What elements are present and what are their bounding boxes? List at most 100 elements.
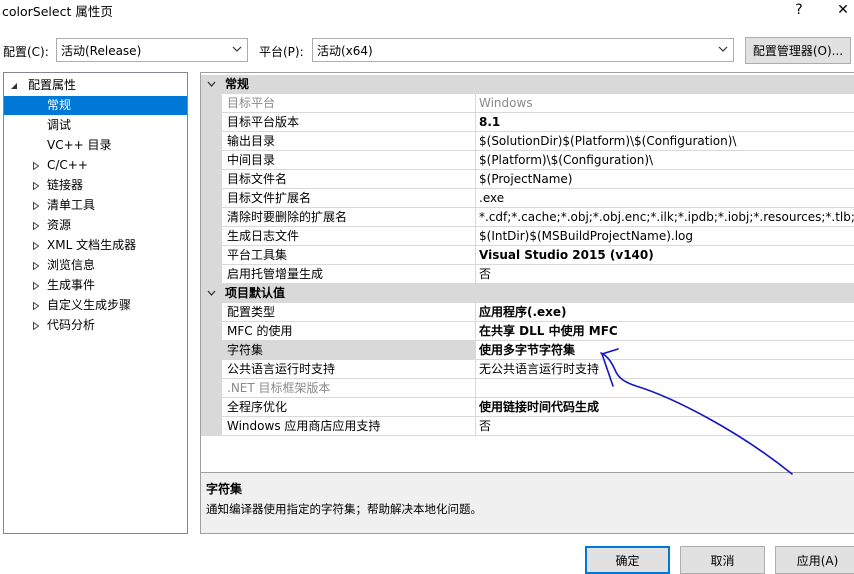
property-row[interactable]: 目标平台 Windows xyxy=(201,94,854,113)
collapsed-triangle-icon[interactable] xyxy=(33,302,39,310)
tree-item-label: 资源 xyxy=(47,218,72,232)
category-label: 常规 xyxy=(225,77,250,91)
tree-item[interactable]: 代码分析 xyxy=(4,316,187,335)
collapsed-triangle-icon[interactable] xyxy=(33,282,39,290)
chevron-down-icon xyxy=(232,46,242,52)
row-gutter xyxy=(201,189,222,208)
property-name: 配置类型 xyxy=(222,303,476,322)
apply-button[interactable]: 应用(A) xyxy=(775,546,854,574)
property-value[interactable]: 在共享 DLL 中使用 MFC xyxy=(476,322,854,341)
row-gutter xyxy=(201,398,222,417)
property-name: 目标平台 xyxy=(222,94,476,113)
property-row[interactable]: 目标平台版本 8.1 xyxy=(201,113,854,132)
tree-item-label: XML 文档生成器 xyxy=(47,238,137,252)
property-value[interactable]: 否 xyxy=(476,417,854,436)
collapsed-triangle-icon[interactable] xyxy=(33,182,39,190)
tree-item-label: 浏览信息 xyxy=(47,258,96,272)
property-value[interactable] xyxy=(476,379,854,398)
tree-item[interactable]: VC++ 目录 xyxy=(4,136,187,155)
property-row[interactable]: 清除时要删除的扩展名 *.cdf;*.cache;*.obj;*.obj.enc;… xyxy=(201,208,854,227)
property-row[interactable]: 配置类型 应用程序(.exe) xyxy=(201,303,854,322)
property-row[interactable]: MFC 的使用 在共享 DLL 中使用 MFC xyxy=(201,322,854,341)
row-gutter xyxy=(201,417,222,436)
category-header[interactable]: 常规 xyxy=(201,75,854,94)
property-name: 公共语言运行时支持 xyxy=(222,360,476,379)
ok-button[interactable]: 确定 xyxy=(585,546,670,574)
tree-item[interactable]: 清单工具 xyxy=(4,196,187,215)
collapsed-triangle-icon[interactable] xyxy=(33,222,39,230)
chevron-down-icon[interactable] xyxy=(207,81,216,88)
cancel-button[interactable]: 取消 xyxy=(680,546,765,574)
property-row[interactable]: 目标文件扩展名 .exe xyxy=(201,189,854,208)
collapsed-triangle-icon[interactable] xyxy=(33,322,39,330)
property-row[interactable]: Windows 应用商店应用支持否 xyxy=(201,417,854,436)
property-tree[interactable]: 配置属性 常规 调试 VC++ 目录 C/C++ 链接器 清单工具资源 XML 文档生成器 浏览… xyxy=(3,72,188,534)
row-gutter xyxy=(201,303,222,322)
tree-item[interactable]: 浏览信息 xyxy=(4,256,187,275)
row-gutter xyxy=(201,227,222,246)
row-gutter xyxy=(201,360,222,379)
config-manager-button[interactable]: 配置管理器(O)... xyxy=(745,37,851,64)
property-name: 目标文件名 xyxy=(222,170,476,189)
property-row[interactable]: .NET 目标框架版本 xyxy=(201,379,854,398)
property-value[interactable]: 应用程序(.exe) xyxy=(476,303,854,322)
property-row[interactable]: 全程序优化 使用链接时间代码生成 xyxy=(201,398,854,417)
category-header[interactable]: 项目默认值 xyxy=(201,284,854,303)
row-gutter xyxy=(201,208,222,227)
property-row[interactable]: 输出目录 $(SolutionDir)$(Platform)\$(Configur… xyxy=(201,132,854,151)
property-value[interactable]: $(SolutionDir)$(Platform)\$(Configuratio… xyxy=(476,132,854,151)
property-name: 目标平台版本 xyxy=(222,113,476,132)
property-row[interactable]: 目标文件名 $(ProjectName) xyxy=(201,170,854,189)
tree-item-label: 生成事件 xyxy=(47,278,96,292)
chevron-down-icon[interactable] xyxy=(207,290,216,297)
property-value[interactable]: $(ProjectName) xyxy=(476,170,854,189)
row-gutter xyxy=(201,341,222,360)
tree-item[interactable]: 常规 xyxy=(4,96,187,115)
property-value[interactable]: $(IntDir)$(MSBuildProjectName).log xyxy=(476,227,854,246)
property-value[interactable]: 8.1 xyxy=(476,113,854,132)
help-button[interactable]: ? xyxy=(786,0,812,20)
property-row[interactable]: 生成日志文件 $(IntDir)$(MSBuildProjectName).log xyxy=(201,227,854,246)
description-title: 字符集 xyxy=(206,482,243,496)
property-row[interactable]: 公共语言运行时支持 无公共语言运行时支持 xyxy=(201,360,854,379)
tree-item[interactable]: 资源 xyxy=(4,216,187,235)
tree-item[interactable]: 生成事件 xyxy=(4,276,187,295)
property-name: 启用托管增量生成 xyxy=(222,265,476,284)
collapsed-triangle-icon[interactable] xyxy=(33,242,39,250)
property-name: .NET 目标框架版本 xyxy=(222,379,476,398)
property-value[interactable]: 否 xyxy=(476,265,854,284)
platform-dropdown[interactable]: 活动(x64) xyxy=(312,38,734,62)
property-grid[interactable]: 常规目标平台 Windows 目标平台版本 8.1 输出目录 $(SolutionDir)… xyxy=(200,72,854,472)
row-gutter xyxy=(201,94,222,113)
close-button[interactable]: ✕ xyxy=(830,0,854,20)
tree-item[interactable]: 配置属性 xyxy=(4,76,187,95)
property-value[interactable]: Windows xyxy=(476,94,854,113)
row-gutter xyxy=(201,322,222,341)
tree-item[interactable]: C/C++ xyxy=(4,156,187,175)
tree-item[interactable]: XML 文档生成器 xyxy=(4,236,187,255)
property-name: 中间目录 xyxy=(222,151,476,170)
property-value[interactable]: Visual Studio 2015 (v140) xyxy=(476,246,854,265)
property-value[interactable]: 使用多字节字符集 xyxy=(476,341,854,360)
collapsed-triangle-icon[interactable] xyxy=(33,202,39,210)
property-value[interactable]: *.cdf;*.cache;*.obj;*.obj.enc;*.ilk;*.ip… xyxy=(476,208,854,227)
property-value[interactable]: $(Platform)\$(Configuration)\ xyxy=(476,151,854,170)
property-row[interactable]: 平台工具集 Visual Studio 2015 (v140) xyxy=(201,246,854,265)
tree-item[interactable]: 调试 xyxy=(4,116,187,135)
collapsed-triangle-icon[interactable] xyxy=(33,262,39,270)
row-gutter xyxy=(201,170,222,189)
tree-item[interactable]: 自定义生成步骤 xyxy=(4,296,187,315)
property-row[interactable]: 字符集 使用多字节字符集 xyxy=(201,341,854,360)
expanded-triangle-icon[interactable] xyxy=(11,82,17,90)
property-row[interactable]: 启用托管增量生成否 xyxy=(201,265,854,284)
tree-item-label: 代码分析 xyxy=(47,318,96,332)
property-value[interactable]: 无公共语言运行时支持 xyxy=(476,360,854,379)
property-name: MFC 的使用 xyxy=(222,322,476,341)
property-value[interactable]: .exe xyxy=(476,189,854,208)
config-dropdown[interactable]: 活动(Release) xyxy=(56,38,248,62)
property-row[interactable]: 中间目录 $(Platform)\$(Configuration)\ xyxy=(201,151,854,170)
property-value[interactable]: 使用链接时间代码生成 xyxy=(476,398,854,417)
chevron-down-icon xyxy=(718,46,728,52)
collapsed-triangle-icon[interactable] xyxy=(33,162,39,170)
tree-item[interactable]: 链接器 xyxy=(4,176,187,195)
